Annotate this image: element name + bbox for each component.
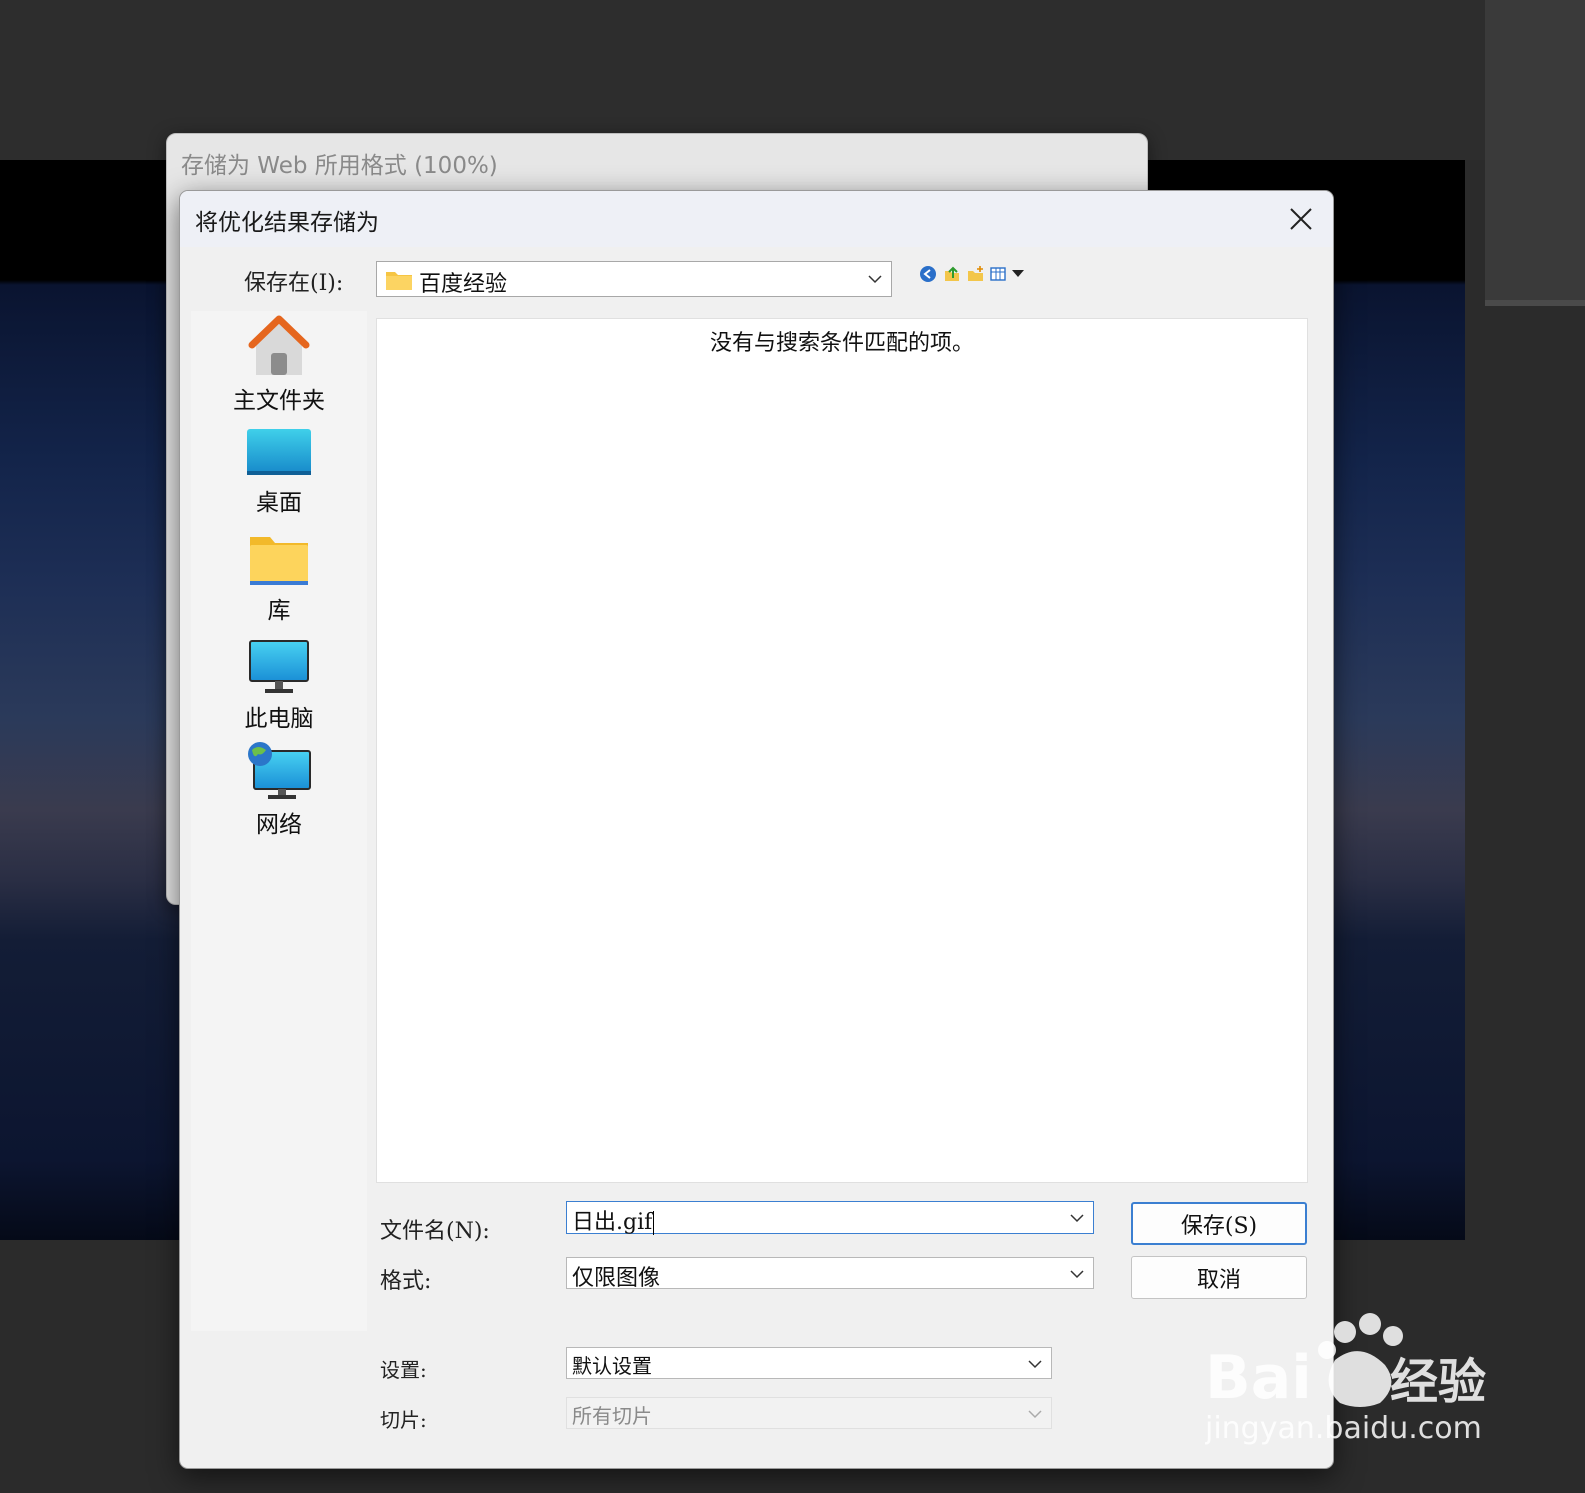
place-library[interactable]: 库 [191,533,367,625]
slices-value: 所有切片 [572,1404,652,1428]
place-label: 网络 [256,812,302,838]
empty-list-message: 没有与搜索条件匹配的项。 [709,331,974,356]
format-value: 仅限图像 [572,1266,661,1291]
settings-value: 默认设置 [572,1354,652,1378]
desktop-icon [247,429,311,475]
home-icon [248,315,310,375]
look-in-value: 百度经验 [419,272,508,297]
view-menu-icon [990,267,1024,281]
place-label: 主文件夹 [233,388,325,414]
settings-label: 设置: [380,1358,427,1382]
dialog-titlebar: 将优化结果存储为 [180,191,1333,247]
up-folder-icon [945,266,959,281]
place-label: 桌面 [256,490,302,516]
save-button[interactable]: 保存(S) [1131,1202,1307,1245]
look-in-label: 保存在(I): [244,271,344,296]
place-network[interactable]: 网络 [191,741,367,839]
network-icon [248,742,311,799]
text-cursor [653,1211,655,1235]
filename-value: 日出.gif [572,1210,653,1235]
chevron-down-icon [868,275,882,284]
chevron-down-icon[interactable] [1069,1210,1085,1226]
slices-dropdown: 所有切片 [566,1397,1052,1429]
dialog-title: 将优化结果存储为 [195,210,379,236]
close-icon [1290,208,1312,230]
places-bar: 主文件夹 桌面 库 此电脑 网络 [191,311,367,1331]
look-in-dropdown[interactable]: 百度经验 [376,261,892,297]
file-list[interactable]: 没有与搜索条件匹配的项。 [376,318,1308,1183]
save-dialog: 将优化结果存储为 保存在(I): 百度经验 主文件夹 桌面 库 此电脑 网络 没… [179,190,1334,1469]
folder-icon [386,272,412,290]
format-dropdown[interactable]: 仅限图像 [566,1257,1094,1291]
place-this-pc[interactable]: 此电脑 [191,639,367,733]
filename-label: 文件名(N): [380,1219,490,1244]
chevron-down-icon [1070,1270,1084,1279]
svg-text:经验: 经验 [1390,1354,1486,1410]
place-home[interactable]: 主文件夹 [191,315,367,415]
place-label: 库 [267,598,291,624]
up-folder-button[interactable] [942,264,962,284]
nav-toolbar [918,263,1026,285]
view-menu-button[interactable] [990,264,1026,284]
new-folder-button[interactable] [966,264,986,284]
slices-label: 切片: [380,1408,427,1432]
svg-text:Bai: Bai [1205,1343,1312,1413]
format-label: 格式: [380,1269,432,1294]
app-right-panel [1485,0,1585,306]
back-icon [920,266,936,282]
parent-window-title: 存储为 Web 所用格式 (100%) [181,153,498,179]
chevron-down-icon [1028,1410,1042,1419]
cancel-button[interactable]: 取消 [1131,1256,1307,1299]
computer-icon [249,640,309,693]
new-folder-icon [968,266,983,281]
place-desktop[interactable]: 桌面 [191,427,367,517]
chevron-down-icon [1028,1360,1042,1369]
close-button[interactable] [1269,191,1333,247]
place-label: 此电脑 [244,706,314,732]
svg-text:jingyan.baidu.com: jingyan.baidu.com [1205,1411,1482,1446]
filename-input[interactable]: 日出.gif [566,1201,1094,1235]
back-button[interactable] [918,264,938,284]
baidu-jingyan-watermark: Bai 经验 jingyan.baidu.com [1205,1313,1486,1446]
settings-dropdown[interactable]: 默认设置 [566,1347,1052,1379]
library-folder-icon [250,537,308,585]
